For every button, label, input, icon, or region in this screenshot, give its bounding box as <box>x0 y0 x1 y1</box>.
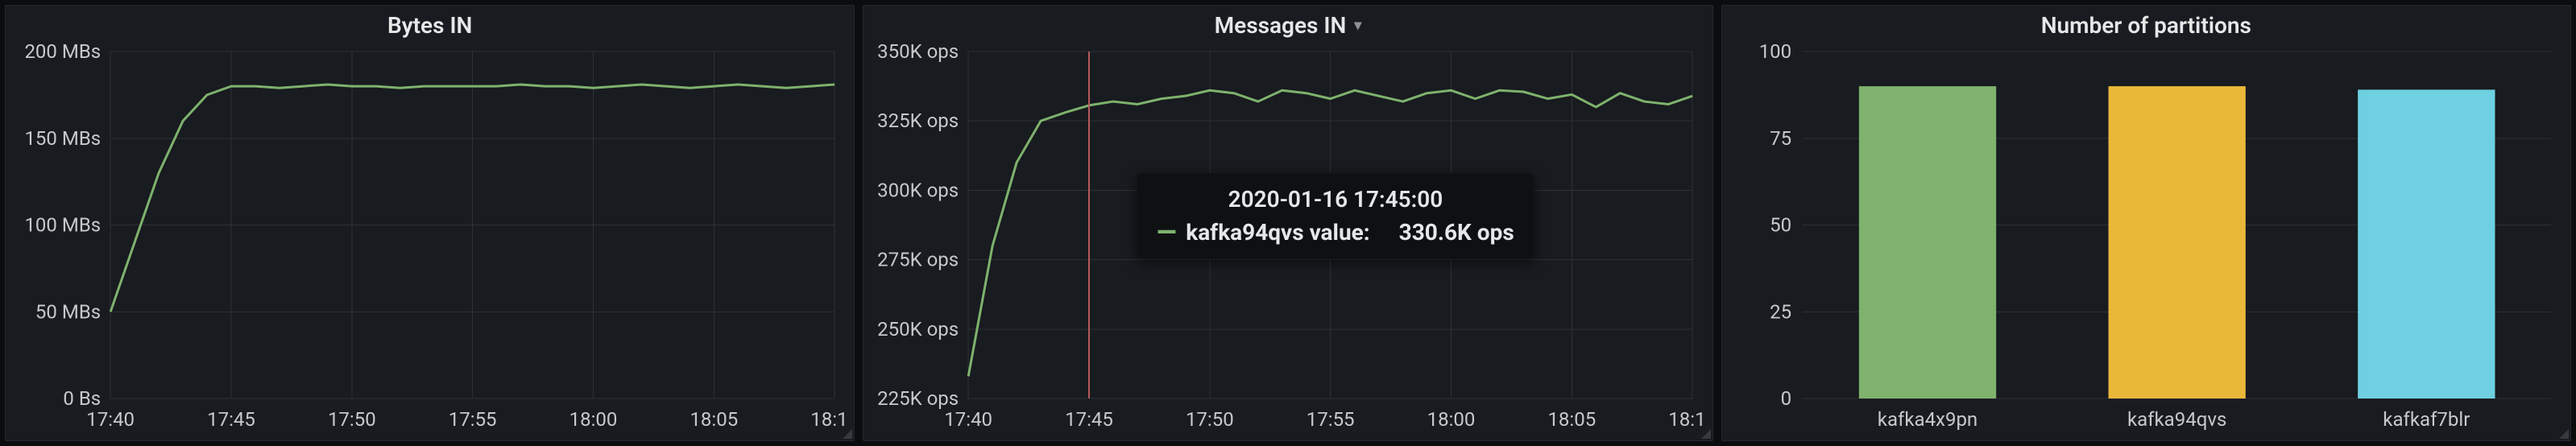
svg-text:0: 0 <box>1780 387 1791 410</box>
chart-canvas-partitions: 0 25 50 75 100 kafka4x9pn kafka94qvs kafkaf7blr <box>1730 43 2562 437</box>
svg-text:17:40: 17:40 <box>86 408 135 431</box>
svg-text:18:00: 18:00 <box>569 408 618 431</box>
svg-text:kafkaf7blr: kafkaf7blr <box>2383 408 2470 431</box>
panel-title-bytes-in[interactable]: Bytes IN <box>6 6 854 43</box>
panel-messages-in[interactable]: Messages IN ▾ 225K ops 250K ops 275K ops 30… <box>863 5 1713 441</box>
svg-text:17:45: 17:45 <box>207 408 255 431</box>
panel-row: Bytes IN 0 Bs 50 MBs 100 MBs 150 MBs 200 MBs… <box>0 0 2576 446</box>
svg-text:kafka94qvs: kafka94qvs <box>2127 408 2226 431</box>
chart-canvas-messages-in: 225K ops 250K ops 275K ops 300K ops 325K ops… <box>872 43 1704 437</box>
panel-title-partitions[interactable]: Number of partitions <box>1722 6 2570 43</box>
svg-text:150 MBs: 150 MBs <box>24 127 101 150</box>
svg-text:18:05: 18:05 <box>1548 408 1597 431</box>
svg-text:18:05: 18:05 <box>690 408 738 431</box>
svg-text:300K ops: 300K ops <box>877 179 959 201</box>
svg-text:325K ops: 325K ops <box>877 109 959 132</box>
svg-text:17:50: 17:50 <box>1186 408 1234 431</box>
svg-text:100 MBs: 100 MBs <box>24 214 101 237</box>
svg-text:100: 100 <box>1758 43 1791 63</box>
svg-text:17:55: 17:55 <box>1307 408 1355 431</box>
svg-text:kafka4x9pn: kafka4x9pn <box>1877 408 1977 431</box>
svg-text:17:40: 17:40 <box>945 408 993 431</box>
chart-bytes-in[interactable]: 0 Bs 50 MBs 100 MBs 150 MBs 200 MBs 17:40 17:4… <box>14 43 846 437</box>
chart-partitions[interactable]: 0 25 50 75 100 kafka4x9pn kafka94qvs kafkaf7blr <box>1730 43 2562 437</box>
svg-text:75: 75 <box>1770 127 1791 150</box>
svg-text:25: 25 <box>1770 300 1791 323</box>
panel-partitions[interactable]: Number of partitions 0 25 50 75 100 kafka4x9p… <box>1721 5 2571 441</box>
svg-text:225K ops: 225K ops <box>877 387 959 410</box>
chevron-down-icon[interactable]: ▾ <box>1354 17 1361 34</box>
svg-text:200 MBs: 200 MBs <box>24 43 101 63</box>
chart-messages-in[interactable]: 225K ops 250K ops 275K ops 300K ops 325K ops… <box>872 43 1704 437</box>
chart-canvas-bytes-in: 0 Bs 50 MBs 100 MBs 150 MBs 200 MBs 17:40 17:4… <box>14 43 846 437</box>
resize-handle-icon[interactable] <box>2557 427 2569 439</box>
panel-title-text: Messages IN <box>1215 12 1347 39</box>
svg-text:50 MBs: 50 MBs <box>35 300 101 323</box>
panel-bytes-in[interactable]: Bytes IN 0 Bs 50 MBs 100 MBs 150 MBs 200 MBs… <box>5 5 855 441</box>
svg-text:17:45: 17:45 <box>1065 408 1113 431</box>
svg-text:0 Bs: 0 Bs <box>63 387 101 410</box>
resize-handle-icon[interactable] <box>841 427 852 439</box>
svg-text:250K ops: 250K ops <box>877 318 959 341</box>
panel-title-text: Number of partitions <box>2041 12 2251 39</box>
resize-handle-icon[interactable] <box>1700 427 1711 439</box>
panel-title-messages-in[interactable]: Messages IN ▾ <box>863 6 1712 43</box>
svg-text:17:55: 17:55 <box>449 408 497 431</box>
svg-text:50: 50 <box>1770 214 1791 237</box>
svg-text:18:00: 18:00 <box>1427 408 1476 431</box>
svg-text:17:50: 17:50 <box>328 408 376 431</box>
svg-text:350K ops: 350K ops <box>877 43 959 63</box>
svg-text:275K ops: 275K ops <box>877 249 959 271</box>
panel-title-text: Bytes IN <box>387 12 472 39</box>
